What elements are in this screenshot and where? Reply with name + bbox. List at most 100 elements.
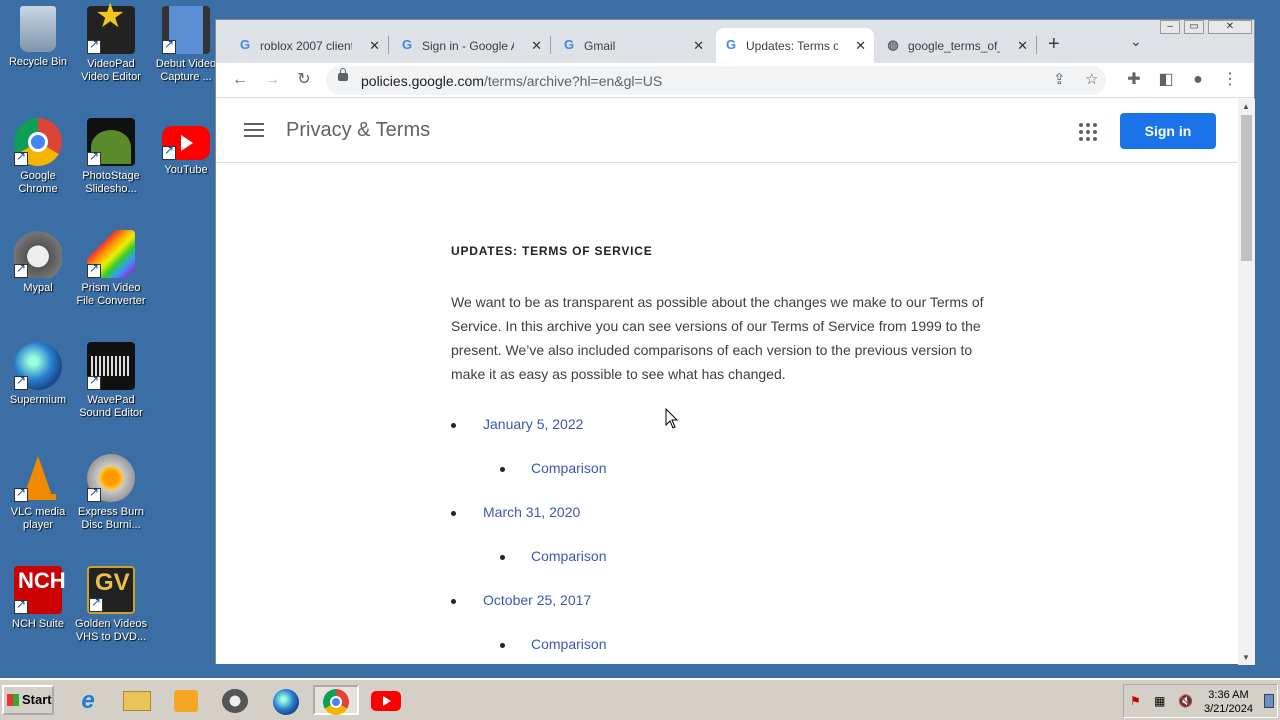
page-content: Privacy & Terms Sign in UPDATES: TERMS O… (216, 99, 1238, 664)
network-icon[interactable]: ▦ (1154, 694, 1168, 708)
tab-gmail[interactable]: G Gmail ✕ (554, 28, 712, 63)
share-icon[interactable]: ⇪ (1053, 70, 1066, 88)
start-button[interactable]: Start (2, 685, 54, 715)
show-desktop-icon[interactable] (1264, 694, 1274, 708)
intro-paragraph: We want to be as transparent as possible… (451, 294, 984, 382)
minimize-icon[interactable]: – (1160, 20, 1180, 34)
maximize-icon[interactable]: ▭ (1184, 20, 1204, 34)
url-text: policies.google.com/terms/archive?hl=en&… (361, 73, 663, 89)
comparison-link[interactable]: Comparison (531, 636, 606, 652)
close-window-icon[interactable]: ✕ (1208, 20, 1252, 34)
comparison-link[interactable]: Comparison (531, 460, 606, 476)
desktop-icon-label: WavePad Sound Editor (79, 394, 143, 419)
volume-muted-icon[interactable]: 🔇 (1178, 694, 1193, 708)
desktop-icon-vlc[interactable]: VLC media player (0, 454, 76, 532)
google-favicon-icon: G (239, 37, 251, 52)
desktop-icon-mypal[interactable]: Mypal (0, 230, 76, 295)
browser-window: G roblox 2007 client - ✕ G Sign in - Goo… (215, 19, 1255, 665)
site-title[interactable]: Privacy & Terms (286, 119, 430, 142)
desktop-icon-prism[interactable]: Prism Video File Converter (73, 230, 149, 308)
supermium-taskbar-icon[interactable] (270, 685, 302, 715)
chrome-icon (14, 118, 62, 166)
scroll-down-icon[interactable]: ▼ (1242, 653, 1250, 662)
lock-icon (338, 68, 348, 81)
desktop-icon-label: Debut Video Capture ... (155, 58, 217, 83)
close-tab-icon[interactable]: ✕ (1017, 38, 1028, 54)
tab-google-terms[interactable]: ◍ google_terms_of_se ✕ (878, 28, 1036, 63)
close-tab-icon[interactable]: ✕ (369, 38, 380, 54)
close-tab-icon[interactable]: ✕ (693, 38, 704, 54)
tab-search-chevron-icon[interactable]: ⌄ (1130, 33, 1142, 50)
archive-content: UPDATES: TERMS OF SERVICE We want to be … (451, 244, 991, 664)
desktop-icon-nch[interactable]: NCH NCH Suite (0, 566, 76, 631)
page-scrollbar[interactable]: ▲ ▼ (1238, 99, 1255, 665)
system-tray: ⚑ ▦ 🔇 3:36 AM 3/21/2024 (1123, 684, 1278, 718)
profile-icon[interactable]: ● (1187, 69, 1209, 91)
sign-in-button[interactable]: Sign in (1120, 113, 1216, 149)
new-tab-icon[interactable]: + (1048, 33, 1060, 56)
version-link[interactable]: March 31, 2020 (483, 504, 580, 520)
desktop-icon-videopad[interactable]: ★ VideoPad Video Editor (73, 0, 149, 84)
desktop-icon-recycle-bin[interactable]: Recycle Bin (0, 6, 76, 69)
comparison-link[interactable]: Comparison (531, 548, 606, 564)
version-link[interactable]: January 5, 2022 (483, 416, 583, 432)
google-favicon-icon: G (401, 37, 413, 52)
tab-updates-terms[interactable]: G Updates: Terms of S ✕ (716, 28, 874, 63)
vlc-icon (14, 454, 62, 502)
close-tab-icon[interactable]: ✕ (855, 38, 866, 54)
prism-icon (87, 230, 135, 278)
internet-explorer-icon[interactable]: e (72, 685, 104, 715)
nch-icon: NCH (14, 566, 66, 614)
scroll-up-icon[interactable]: ▲ (1242, 102, 1250, 111)
tab-sign-in[interactable]: G Sign in - Google Acc ✕ (392, 28, 550, 63)
express-burn-icon (87, 454, 135, 502)
side-panel-icon[interactable]: ◧ (1155, 69, 1177, 91)
tab-strip: G roblox 2007 client - ✕ G Sign in - Goo… (216, 20, 1254, 63)
version-link[interactable]: October 25, 2017 (483, 592, 591, 608)
desktop-icon-golden-videos[interactable]: GV Golden Videos VHS to DVD... (73, 566, 149, 644)
clock[interactable]: 3:36 AM 3/21/2024 (1204, 688, 1253, 716)
mypal-taskbar-icon[interactable] (219, 685, 251, 715)
desktop-icon-label: Google Chrome (18, 170, 58, 195)
desktop-icon-youtube[interactable]: YouTube (148, 118, 224, 177)
supermium-icon (14, 342, 62, 390)
close-tab-icon[interactable]: ✕ (531, 38, 542, 54)
address-bar[interactable]: policies.google.com/terms/archive?hl=en&… (326, 66, 1106, 95)
videopad-icon: ★ (87, 0, 135, 54)
desktop-icon-supermium[interactable]: Supermium (0, 342, 76, 407)
desktop-icon-label: NCH Suite (12, 618, 64, 630)
scrollbar-thumb[interactable] (1241, 115, 1252, 261)
list-item: January 5, 2022 (451, 416, 991, 460)
versions-list: January 5, 2022 Comparison March 31, 202… (451, 416, 991, 664)
file-explorer-icon[interactable] (121, 685, 153, 715)
action-center-flag-icon[interactable]: ⚑ (1130, 694, 1144, 708)
desktop-icon-label: Supermium (9, 394, 67, 406)
tab-roblox[interactable]: G roblox 2007 client - ✕ (230, 28, 388, 63)
desktop-icon-label: VLC media player (10, 506, 66, 531)
recycle-bin-icon (20, 6, 56, 52)
desktop-icon-express-burn[interactable]: Express Burn Disc Burni... (73, 454, 149, 532)
reload-icon[interactable]: ↻ (293, 69, 315, 91)
mouse-cursor-icon (665, 408, 679, 429)
media-player-icon[interactable] (170, 685, 202, 715)
extensions-icon[interactable]: ✚ (1123, 69, 1145, 91)
clock-time: 3:36 AM (1208, 689, 1249, 701)
google-apps-icon[interactable] (1079, 123, 1097, 141)
desktop-icon-debut[interactable]: Debut Video Capture ... (148, 6, 224, 84)
youtube-taskbar-icon[interactable] (370, 685, 402, 715)
chrome-taskbar-icon[interactable] (313, 685, 359, 715)
desktop-icon-label: Recycle Bin (8, 56, 68, 68)
browser-toolbar: ← → ↻ policies.google.com/terms/archive?… (216, 63, 1254, 98)
bookmark-star-icon[interactable]: ☆ (1085, 70, 1098, 88)
clock-date: 3/21/2024 (1204, 703, 1253, 715)
page-heading: UPDATES: TERMS OF SERVICE (451, 244, 653, 258)
desktop-icon-label: Express Burn Disc Burni... (77, 506, 145, 531)
hamburger-menu-icon[interactable] (244, 123, 264, 137)
desktop-icon-photostage[interactable]: PhotoStage Slidesho... (73, 118, 149, 196)
back-icon[interactable]: ← (229, 69, 251, 91)
desktop-icon-wavepad[interactable]: WavePad Sound Editor (73, 342, 149, 420)
menu-kebab-icon[interactable]: ⋮ (1219, 69, 1241, 91)
desktop-icon-chrome[interactable]: Google Chrome (0, 118, 76, 196)
forward-icon[interactable]: → (261, 69, 283, 91)
desktop-icon-label: VideoPad Video Editor (81, 58, 141, 83)
